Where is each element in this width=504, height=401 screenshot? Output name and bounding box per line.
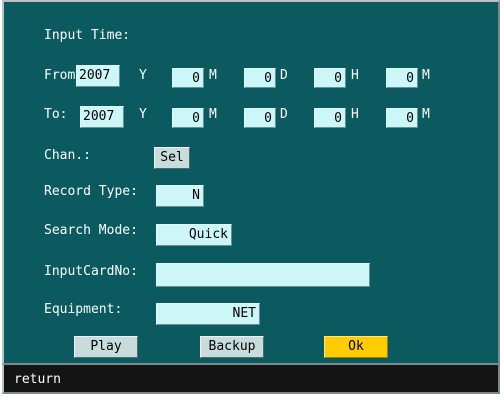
from-day-unit: D bbox=[280, 68, 288, 83]
to-minute-unit: M bbox=[422, 107, 430, 122]
search-mode-label: Search Mode: bbox=[44, 223, 138, 238]
status-bar: return bbox=[2, 365, 500, 394]
from-day-field[interactable]: 0 bbox=[244, 68, 276, 88]
from-hour-unit: H bbox=[351, 68, 359, 83]
to-day-unit: D bbox=[280, 107, 288, 122]
to-minute-field[interactable]: 0 bbox=[386, 108, 418, 128]
to-day-field[interactable]: 0 bbox=[244, 108, 276, 128]
to-year-field[interactable]: 2007 bbox=[80, 106, 124, 128]
chan-label: Chan.: bbox=[44, 148, 91, 163]
search-dialog: Input Time: From 2007 Y 0 M 0 D 0 H 0 M … bbox=[2, 0, 500, 365]
from-minute-unit: M bbox=[422, 68, 430, 83]
search-mode-field[interactable]: Quick bbox=[156, 224, 232, 246]
to-month-field[interactable]: 0 bbox=[172, 108, 204, 128]
record-type-field[interactable]: N bbox=[156, 185, 204, 207]
channel-select-button[interactable]: Sel bbox=[154, 147, 190, 169]
to-year-unit: Y bbox=[139, 107, 147, 122]
to-month-unit: M bbox=[209, 107, 217, 122]
to-label: To: bbox=[44, 107, 68, 122]
from-label: From bbox=[44, 68, 76, 83]
backup-button[interactable]: Backup bbox=[200, 336, 264, 358]
input-card-no-field[interactable] bbox=[156, 263, 370, 287]
from-minute-field[interactable]: 0 bbox=[386, 68, 418, 88]
return-hint[interactable]: return bbox=[14, 372, 61, 388]
from-year-unit: Y bbox=[139, 68, 147, 83]
equipment-label: Equipment: bbox=[44, 302, 123, 317]
from-month-unit: M bbox=[209, 68, 217, 83]
equipment-field[interactable]: NET bbox=[156, 303, 260, 325]
ok-button[interactable]: Ok bbox=[324, 336, 388, 358]
from-year-field[interactable]: 2007 bbox=[76, 65, 120, 87]
from-hour-field[interactable]: 0 bbox=[314, 68, 346, 88]
record-type-label: Record Type: bbox=[44, 184, 138, 199]
input-time-label: Input Time: bbox=[44, 28, 131, 43]
play-button[interactable]: Play bbox=[74, 336, 138, 358]
to-hour-unit: H bbox=[351, 107, 359, 122]
to-hour-field[interactable]: 0 bbox=[314, 108, 346, 128]
input-card-no-label: InputCardNo: bbox=[44, 264, 138, 279]
from-month-field[interactable]: 0 bbox=[172, 68, 204, 88]
